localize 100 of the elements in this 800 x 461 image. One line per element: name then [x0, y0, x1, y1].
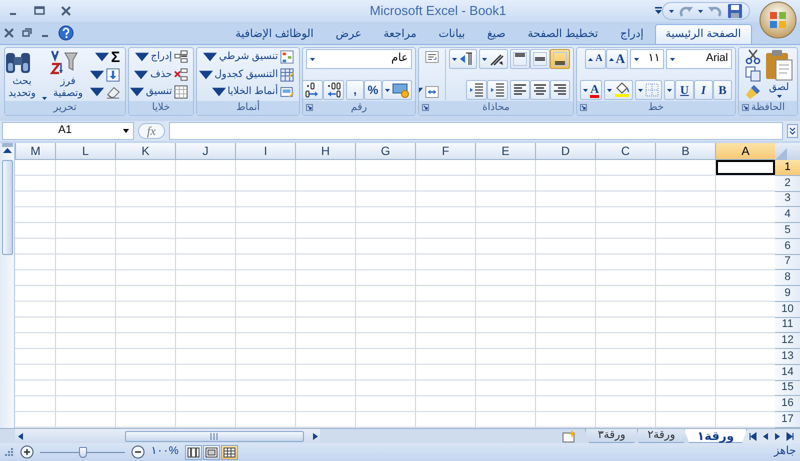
brush-icon[interactable] [745, 84, 761, 100]
help-icon[interactable] [58, 25, 74, 41]
align-top-button[interactable] [510, 49, 530, 69]
row-header[interactable]: 13 [775, 349, 800, 365]
column-header[interactable]: M [15, 143, 55, 160]
close-icon[interactable] [61, 6, 71, 16]
restore-icon[interactable] [22, 28, 32, 38]
zoom-in-icon[interactable] [20, 445, 34, 459]
font-size-field[interactable]: ١١ [630, 49, 664, 69]
row-header[interactable]: 2 [775, 176, 800, 192]
scroll-up-icon[interactable] [2, 147, 12, 154]
ribbon-tab[interactable]: عرض [324, 24, 373, 44]
scissors-icon[interactable] [745, 49, 761, 64]
autosum-button[interactable]: Σ [88, 49, 122, 65]
previous-sheet-icon[interactable] [762, 432, 769, 440]
percent-button[interactable]: % [364, 80, 382, 100]
font-name-field[interactable]: Arial [666, 49, 732, 69]
row-header[interactable]: 17 [775, 412, 800, 428]
copy-icon[interactable] [745, 66, 761, 82]
row-header[interactable]: 6 [775, 238, 800, 255]
caret-icon[interactable] [669, 10, 674, 12]
zoom-level[interactable]: %١٠٠ [151, 445, 179, 459]
align-center-button[interactable] [530, 80, 550, 100]
scrollbar-thumb[interactable] [2, 160, 12, 255]
save-icon[interactable] [727, 3, 743, 19]
text-direction-button[interactable] [449, 49, 477, 69]
page-layout-view-button[interactable] [202, 444, 220, 460]
row-header[interactable]: 1 [775, 160, 800, 176]
scrollbar-thumb[interactable] [125, 430, 304, 442]
slider-thumb[interactable] [78, 446, 86, 458]
row-header[interactable]: 8 [775, 270, 800, 286]
row-header[interactable]: 5 [775, 223, 800, 239]
bold-button[interactable]: B [713, 80, 732, 100]
increase-indent-button[interactable] [487, 80, 508, 100]
row-header[interactable]: 3 [775, 192, 800, 208]
page-break-view-button[interactable] [184, 444, 202, 460]
underline-dropdown[interactable] [664, 80, 675, 100]
selected-cell[interactable] [716, 160, 775, 175]
column-header[interactable]: A [715, 143, 775, 160]
dialog-launcher-icon[interactable] [306, 104, 313, 111]
row-header[interactable]: 15 [775, 380, 800, 396]
column-header[interactable]: F [415, 143, 475, 160]
ribbon-tab[interactable]: الوظائف الإضافية [224, 24, 325, 44]
clear-button[interactable] [88, 84, 122, 100]
number-format-field[interactable]: عام [306, 49, 412, 69]
close-icon[interactable] [4, 28, 14, 38]
ribbon-tab[interactable]: صيغ [476, 24, 517, 44]
underline-button[interactable]: U [675, 80, 694, 100]
scroll-left-icon[interactable] [17, 432, 23, 440]
decrease-indent-button[interactable] [466, 80, 487, 100]
last-sheet-icon[interactable] [786, 432, 794, 440]
customize-toolbar-icon[interactable] [655, 7, 662, 15]
sheet-tab[interactable]: ورقة١ [684, 429, 747, 443]
insert-sheet-icon[interactable] [560, 430, 577, 443]
align-right-button[interactable] [550, 80, 570, 100]
row-header[interactable]: 7 [775, 254, 800, 270]
align-left-button[interactable] [510, 80, 530, 100]
split-handle-icon[interactable] [2, 143, 12, 147]
sheet-tab[interactable]: ورقة٢ [634, 429, 688, 443]
align-middle-button[interactable] [530, 49, 550, 69]
normal-view-button[interactable] [220, 444, 238, 460]
increase-decimal-button[interactable] [323, 80, 344, 100]
zoom-out-icon[interactable] [131, 445, 145, 459]
row-header[interactable]: 12 [775, 333, 800, 350]
align-bottom-button[interactable] [550, 49, 570, 69]
scroll-right-icon[interactable] [312, 432, 318, 440]
row-header[interactable]: 10 [775, 302, 800, 318]
fill-color-button[interactable] [604, 80, 633, 100]
row-header[interactable]: 11 [775, 318, 800, 334]
font-color-button[interactable]: A [580, 80, 602, 100]
name-box[interactable]: A1 [2, 122, 134, 140]
sheet-tab[interactable]: ورقة٣ [584, 429, 638, 443]
format-button[interactable]: تنسيق [129, 84, 190, 100]
maximize-icon[interactable] [34, 6, 45, 16]
column-header[interactable]: C [595, 143, 655, 160]
italic-button[interactable]: I [694, 80, 713, 100]
column-header[interactable]: L [55, 143, 115, 160]
formula-input[interactable] [168, 122, 783, 140]
zoom-slider[interactable] [40, 446, 125, 458]
fill-button[interactable] [88, 66, 122, 82]
row-header[interactable]: 9 [775, 286, 800, 302]
ribbon-tab[interactable]: تخطيط الصفحة [516, 24, 610, 44]
currency-button[interactable] [382, 80, 412, 100]
column-header[interactable]: D [535, 143, 595, 160]
column-header[interactable]: G [355, 143, 415, 160]
delete-button[interactable]: حذف [129, 66, 190, 82]
next-sheet-icon[interactable] [774, 432, 781, 440]
row-header[interactable]: 4 [775, 207, 800, 224]
column-header[interactable]: I [235, 143, 295, 160]
find-select-button[interactable]: بحث وتحديد [5, 49, 39, 100]
row-header[interactable]: 14 [775, 364, 800, 381]
row-header[interactable]: 16 [775, 396, 800, 412]
insert-button[interactable]: إدراج [129, 49, 190, 65]
insert-function-button[interactable]: fx [138, 122, 165, 140]
column-header[interactable]: E [475, 143, 535, 160]
ribbon-tab[interactable]: إدراج [609, 24, 655, 44]
conditional-format-button[interactable]: تنسيق شرطي [197, 49, 296, 65]
ribbon-tab[interactable]: بيانات [428, 24, 476, 44]
dialog-launcher-icon[interactable] [580, 104, 587, 111]
shrink-font-button[interactable]: A [585, 49, 606, 69]
